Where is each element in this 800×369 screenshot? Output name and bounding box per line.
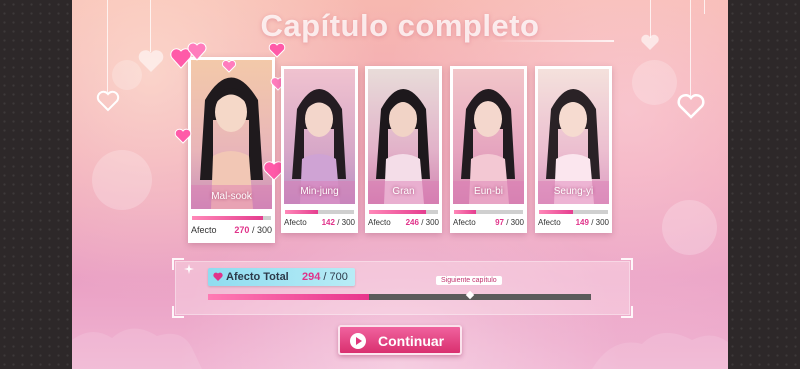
total-affection-label: Afecto Total xyxy=(226,271,289,283)
affection-value: 142 / 300 xyxy=(322,218,355,227)
affection-bar-fill xyxy=(454,210,477,214)
affection-value: 270 / 300 xyxy=(234,225,272,235)
bokeh-light xyxy=(632,60,677,105)
sparkle-icon xyxy=(184,264,194,274)
character-card-seung-yi[interactable]: Seung-yi Afecto 149 / 300 xyxy=(535,66,612,233)
affection-max: / 300 xyxy=(421,218,439,227)
affection-bar xyxy=(539,210,608,214)
character-name: Gran xyxy=(392,186,415,197)
panel-corner xyxy=(621,258,633,270)
affection-bar xyxy=(454,210,523,214)
character-portrait xyxy=(284,69,355,204)
heart-sparkle-icon xyxy=(170,42,207,69)
affection-current: 97 xyxy=(495,218,504,227)
affection-bar-fill xyxy=(285,210,318,214)
character-name: Eun-bi xyxy=(474,186,503,197)
affection-max: / 300 xyxy=(591,218,609,227)
chapter-complete-scene: Capítulo completo Mal-sook Afecto 270 / … xyxy=(72,0,728,369)
character-portrait-image xyxy=(191,60,272,209)
hanging-heart-icon xyxy=(138,50,164,72)
total-affection-max: / 700 xyxy=(323,271,348,283)
character-card-mal-sook[interactable]: Mal-sook Afecto 270 / 300 xyxy=(188,57,275,243)
character-portrait xyxy=(538,69,609,204)
affection-bar xyxy=(285,210,354,214)
affection-bar-fill xyxy=(192,216,264,220)
character-portrait xyxy=(191,60,272,209)
character-portrait xyxy=(453,69,524,204)
total-affection-tag: Afecto Total 294 / 700 xyxy=(208,268,355,286)
total-affection-value: 294 / 700 xyxy=(302,271,348,283)
affection-bar-fill xyxy=(539,210,574,214)
affection-label: Afecto xyxy=(368,218,391,227)
next-chapter-label: Siguiente capítulo xyxy=(436,276,502,285)
affection-bar xyxy=(369,210,438,214)
affection-value: 246 / 300 xyxy=(406,218,439,227)
affection-label: Afecto xyxy=(453,218,476,227)
character-portrait-image xyxy=(453,69,524,204)
heart-sparkle-icon xyxy=(174,128,192,144)
cloud-decoration xyxy=(72,328,728,369)
affection-current: 149 xyxy=(575,218,589,227)
affection-max: / 300 xyxy=(337,218,355,227)
heart-sparkle-icon xyxy=(268,42,286,58)
heart-sparkle-icon xyxy=(222,60,236,73)
chapter-complete-title: Capítulo completo xyxy=(260,8,540,43)
affection-value: 149 / 300 xyxy=(576,218,609,227)
bokeh-light xyxy=(92,150,152,210)
affection-current: 270 xyxy=(234,225,250,235)
character-name: Mal-sook xyxy=(211,191,252,202)
affection-max: / 300 xyxy=(506,218,524,227)
character-card-min-jung[interactable]: Min-jung Afecto 142 / 300 xyxy=(281,66,358,233)
left-letterbox xyxy=(0,0,72,369)
hanging-heart-outline-icon xyxy=(96,90,120,112)
affection-label: Afecto xyxy=(538,218,561,227)
affection-bar-fill xyxy=(369,210,426,214)
bokeh-light xyxy=(662,200,717,255)
character-name: Min-jung xyxy=(300,186,339,197)
affection-bar xyxy=(192,216,271,220)
game-screen: Capítulo completo Mal-sook Afecto 270 / … xyxy=(0,0,800,369)
affection-current: 246 xyxy=(405,218,419,227)
heart-icon xyxy=(213,272,223,281)
character-portrait-image xyxy=(284,69,355,204)
title-underline xyxy=(490,40,614,42)
affection-current: 142 xyxy=(321,218,335,227)
affection-label: Afecto xyxy=(191,225,217,235)
character-card-gran[interactable]: Gran Afecto 246 / 300 xyxy=(365,66,442,233)
affection-label: Afecto xyxy=(284,218,307,227)
hanging-heart-outline-icon xyxy=(677,93,705,119)
panel-corner xyxy=(172,258,184,270)
total-affection-current: 294 xyxy=(302,271,321,283)
right-letterbox xyxy=(728,0,800,369)
affection-value: 97 / 300 xyxy=(495,218,524,227)
character-portrait xyxy=(368,69,439,204)
character-name: Seung-yi xyxy=(553,186,594,197)
character-portrait-image xyxy=(368,69,439,204)
character-portrait-image xyxy=(538,69,609,204)
character-card-eun-bi[interactable]: Eun-bi Afecto 97 / 300 xyxy=(450,66,527,233)
affection-max: / 300 xyxy=(251,225,272,235)
